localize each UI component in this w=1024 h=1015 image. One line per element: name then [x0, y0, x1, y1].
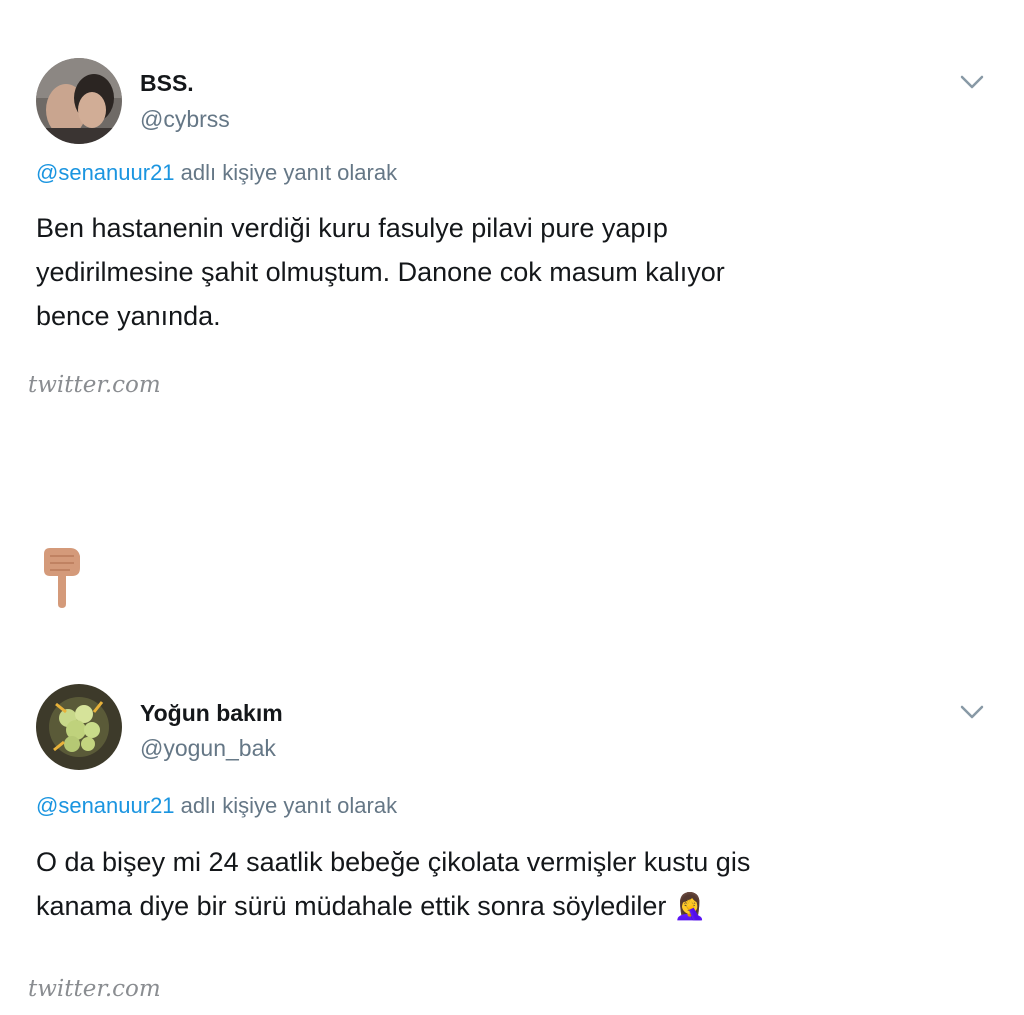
avatar-photo	[36, 684, 122, 770]
source-watermark: twitter.com	[28, 976, 161, 1002]
chevron-down-icon[interactable]	[958, 702, 986, 722]
avatar[interactable]	[36, 684, 122, 770]
chevron-down-icon[interactable]	[958, 72, 986, 92]
source-watermark: twitter.com	[28, 372, 161, 398]
reply-context-label: adlı kişiye yanıt olarak	[180, 793, 398, 818]
tweet-text-line: O da bişey mi 24 saatlik bebeğe çikolata…	[36, 847, 751, 877]
tweet-text: Ben hastanenin verdiği kuru fasulye pila…	[36, 206, 936, 338]
reply-mention-link[interactable]: @senanuur21	[36, 160, 175, 185]
tweet-text-line: bence yanında.	[36, 301, 221, 331]
reply-context: @senanuur21 adlı kişiye yanıt olarak	[36, 793, 397, 819]
tweet-text-line-with-emoji: kanama diye bir sürü müdahale ettik sonr…	[36, 884, 996, 928]
display-name[interactable]: Yoğun bakım	[140, 700, 283, 727]
user-handle[interactable]: @cybrss	[140, 106, 230, 133]
tweet-text: O da bişey mi 24 saatlik bebeğe çikolata…	[36, 840, 996, 928]
tweet-text-line: yedirilmesine şahit olmuştum. Danone cok…	[36, 257, 725, 287]
reply-context-label: adlı kişiye yanıt olarak	[180, 160, 398, 185]
avatar[interactable]	[36, 58, 122, 144]
user-handle[interactable]: @yogun_bak	[140, 735, 276, 762]
avatar-photo	[36, 58, 122, 144]
reply-mention-link[interactable]: @senanuur21	[36, 793, 175, 818]
display-name[interactable]: BSS.	[140, 70, 194, 97]
facepalm-emoji: 🤦‍♀️	[673, 891, 707, 921]
reply-context: @senanuur21 adlı kişiye yanıt olarak	[36, 160, 397, 186]
tweet-text-line: kanama diye bir sürü müdahale ettik sonr…	[36, 891, 667, 921]
pointing-down-hand-icon	[44, 548, 80, 608]
tweet-text-line: Ben hastanenin verdiği kuru fasulye pila…	[36, 213, 668, 243]
